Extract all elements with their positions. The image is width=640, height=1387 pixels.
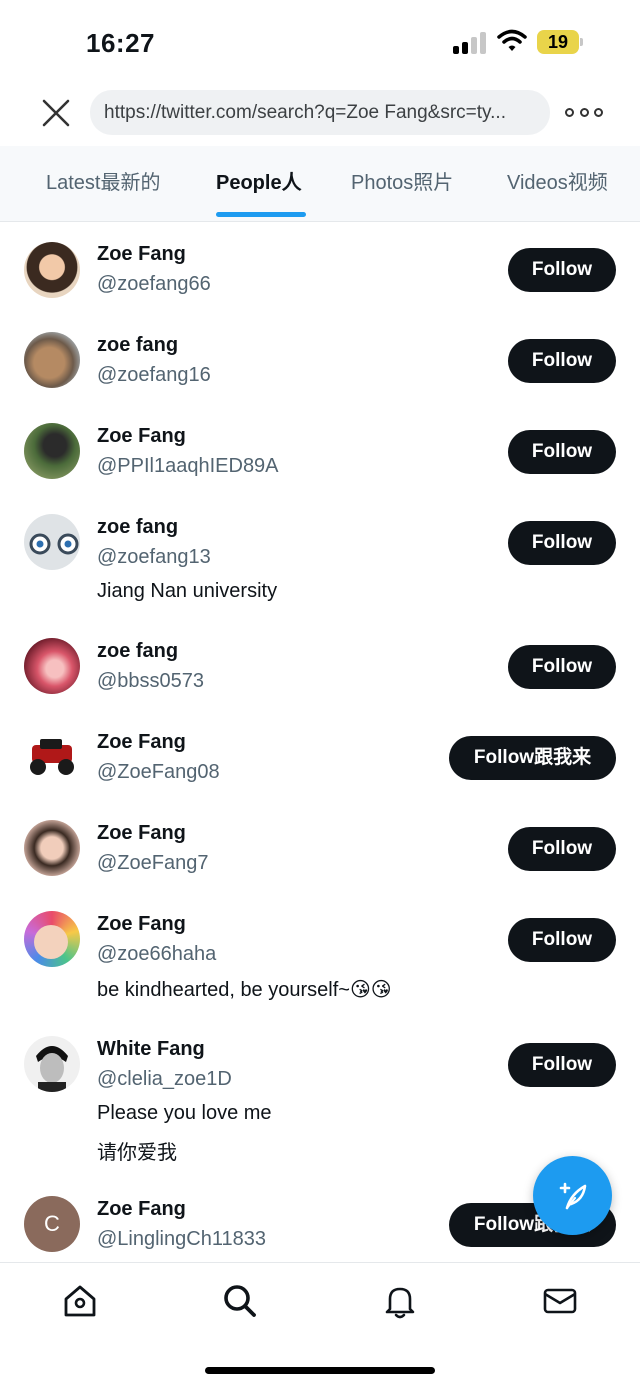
avatar[interactable] <box>24 820 80 876</box>
avatar[interactable] <box>24 638 80 694</box>
list-item[interactable]: Zoe Fang @ZoeFang7 Follow <box>0 800 640 891</box>
tab-people[interactable]: People人 <box>216 146 302 220</box>
person-handle: @zoe66haha <box>97 943 217 965</box>
person-name[interactable]: Zoe Fang <box>97 243 186 266</box>
search-tabs: Latest最新的 People人 Photos照片 Videos视频 <box>0 146 640 222</box>
active-tab-indicator <box>216 212 306 217</box>
list-item[interactable]: Zoe Fang @zoefang66 Follow <box>0 222 640 312</box>
list-item[interactable]: zoe fang @zoefang16 Follow <box>0 312 640 403</box>
list-item[interactable]: zoe fang @bbss0573 Follow <box>0 618 640 709</box>
person-handle: @ZoeFang08 <box>97 761 220 783</box>
avatar[interactable] <box>24 514 80 570</box>
search-icon[interactable] <box>220 1281 260 1321</box>
person-name[interactable]: Zoe Fang <box>97 1198 186 1221</box>
list-item[interactable]: Zoe Fang @PPIl1aaqhIED89A Follow <box>0 403 640 494</box>
person-bio: 请你爱我 <box>97 1142 177 1164</box>
list-item[interactable]: Zoe Fang @ZoeFang08 Follow跟我来 <box>0 709 640 800</box>
avatar[interactable] <box>24 242 80 298</box>
avatar[interactable] <box>24 729 80 785</box>
home-icon[interactable] <box>60 1281 100 1321</box>
status-bar: 16:27 19 <box>0 0 640 84</box>
person-name[interactable]: zoe fang <box>97 334 178 357</box>
tab-latest[interactable]: Latest最新的 <box>46 146 160 220</box>
person-name[interactable]: White Fang <box>97 1038 205 1061</box>
url-text: https://twitter.com/search?q=Zoe Fang&sr… <box>104 101 506 123</box>
close-icon[interactable] <box>36 95 76 131</box>
follow-button[interactable]: Follow <box>508 430 616 474</box>
wifi-icon <box>497 29 527 53</box>
avatar[interactable] <box>24 423 80 479</box>
avatar[interactable] <box>24 911 80 967</box>
person-handle: @zoefang13 <box>97 546 211 568</box>
compose-feather-icon[interactable] <box>533 1156 612 1235</box>
person-name[interactable]: Zoe Fang <box>97 913 186 936</box>
follow-button[interactable]: Follow <box>508 827 616 871</box>
avatar[interactable] <box>24 1036 80 1092</box>
person-handle: @PPIl1aaqhIED89A <box>97 455 279 477</box>
list-item[interactable]: zoe fang @zoefang13 Jiang Nan university… <box>0 494 640 618</box>
battery-indicator: 19 <box>537 30 583 54</box>
tab-videos[interactable]: Videos视频 <box>507 146 608 220</box>
follow-button[interactable]: Follow跟我来 <box>449 736 616 780</box>
home-indicator <box>205 1367 435 1374</box>
person-handle: @bbss0573 <box>97 670 205 692</box>
cellular-signal-icon <box>453 32 489 54</box>
person-handle: @zoefang16 <box>97 364 211 386</box>
follow-button[interactable]: Follow <box>508 521 616 565</box>
person-handle: @zoefang66 <box>97 273 211 295</box>
person-name[interactable]: Zoe Fang <box>97 425 186 448</box>
person-bio: be kindhearted, be yourself~😘😘 <box>97 979 392 1001</box>
follow-button[interactable]: Follow <box>508 645 616 689</box>
follow-button[interactable]: Follow <box>508 339 616 383</box>
person-handle: @ZoeFang7 <box>97 852 209 874</box>
messages-envelope-icon[interactable] <box>540 1281 580 1321</box>
status-time: 16:27 <box>86 28 155 58</box>
person-name[interactable]: Zoe Fang <box>97 731 186 754</box>
battery-level: 19 <box>547 32 569 52</box>
follow-button[interactable]: Follow <box>508 1043 616 1087</box>
notifications-bell-icon[interactable] <box>380 1281 420 1321</box>
person-bio: Jiang Nan university <box>97 580 278 602</box>
person-handle: @LinglingCh11833 <box>97 1228 266 1250</box>
list-item[interactable]: Zoe Fang @zoe66haha be kindhearted, be y… <box>0 891 640 1016</box>
person-name[interactable]: Zoe Fang <box>97 822 186 845</box>
follow-button[interactable]: Follow <box>508 248 616 292</box>
person-bio: Please you love me <box>97 1102 272 1124</box>
avatar[interactable] <box>24 332 80 388</box>
person-name[interactable]: zoe fang <box>97 516 178 539</box>
url-bar[interactable]: https://twitter.com/search?q=Zoe Fang&sr… <box>90 90 550 135</box>
tab-photos[interactable]: Photos照片 <box>351 146 453 220</box>
person-name[interactable]: zoe fang <box>97 640 178 663</box>
avatar[interactable]: C <box>24 1196 80 1252</box>
list-item[interactable]: White Fang @clelia_zoe1D Please you love… <box>0 1016 640 1176</box>
person-handle: @clelia_zoe1D <box>97 1068 232 1090</box>
more-dots-icon[interactable] <box>565 104 603 120</box>
follow-button[interactable]: Follow <box>508 918 616 962</box>
